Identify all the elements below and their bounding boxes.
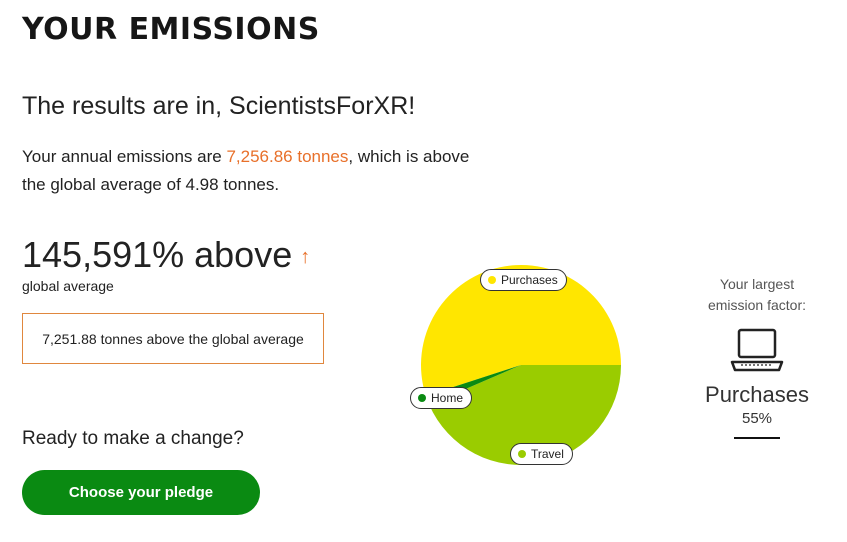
ready-prompt: Ready to make a change? [22, 428, 244, 449]
emissions-pie-chart: Purchases Home Travel [400, 255, 640, 475]
pie-label-text: Home [431, 391, 464, 405]
largest-factor-title: Your largest emission factor: [707, 276, 807, 313]
largest-factor-panel: Your largest emission factor: Purchases … [695, 274, 819, 439]
largest-factor-percent: 55% [741, 410, 773, 427]
tonnes-above-box: 7,251.88 tonnes above the global average [22, 313, 324, 364]
percent-above-text: 145,591% above [22, 234, 293, 275]
choose-pledge-button[interactable]: Choose your pledge [22, 470, 260, 515]
global-average-label: global average [22, 278, 114, 294]
emissions-summary: Your annual emissions are 7,256.86 tonne… [22, 143, 482, 199]
travel-dot-icon [518, 450, 526, 458]
largest-factor-name: Purchases [705, 382, 809, 407]
tonnes-above-text: 7,251.88 tonnes above the global average [42, 330, 304, 347]
percent-above-average: 145,591% above ↑ [22, 234, 310, 276]
pie-label-text: Travel [531, 447, 564, 461]
pie-label-text: Purchases [501, 273, 558, 287]
pie-label-home: Home [410, 387, 473, 409]
factor-divider [734, 437, 780, 439]
emissions-value: 7,256.86 tonnes [226, 147, 349, 166]
page-title: YOUR EMISSIONS [22, 12, 320, 47]
laptop-icon [730, 328, 784, 372]
results-greeting: The results are in, ScientistsForXR! [22, 92, 416, 120]
pie-label-travel: Travel [510, 443, 573, 465]
home-dot-icon [418, 394, 426, 402]
arrow-up-icon: ↑ [300, 245, 311, 268]
purchases-dot-icon [488, 276, 496, 284]
pie-label-purchases: Purchases [480, 269, 567, 291]
summary-prefix: Your annual emissions are [22, 147, 227, 166]
